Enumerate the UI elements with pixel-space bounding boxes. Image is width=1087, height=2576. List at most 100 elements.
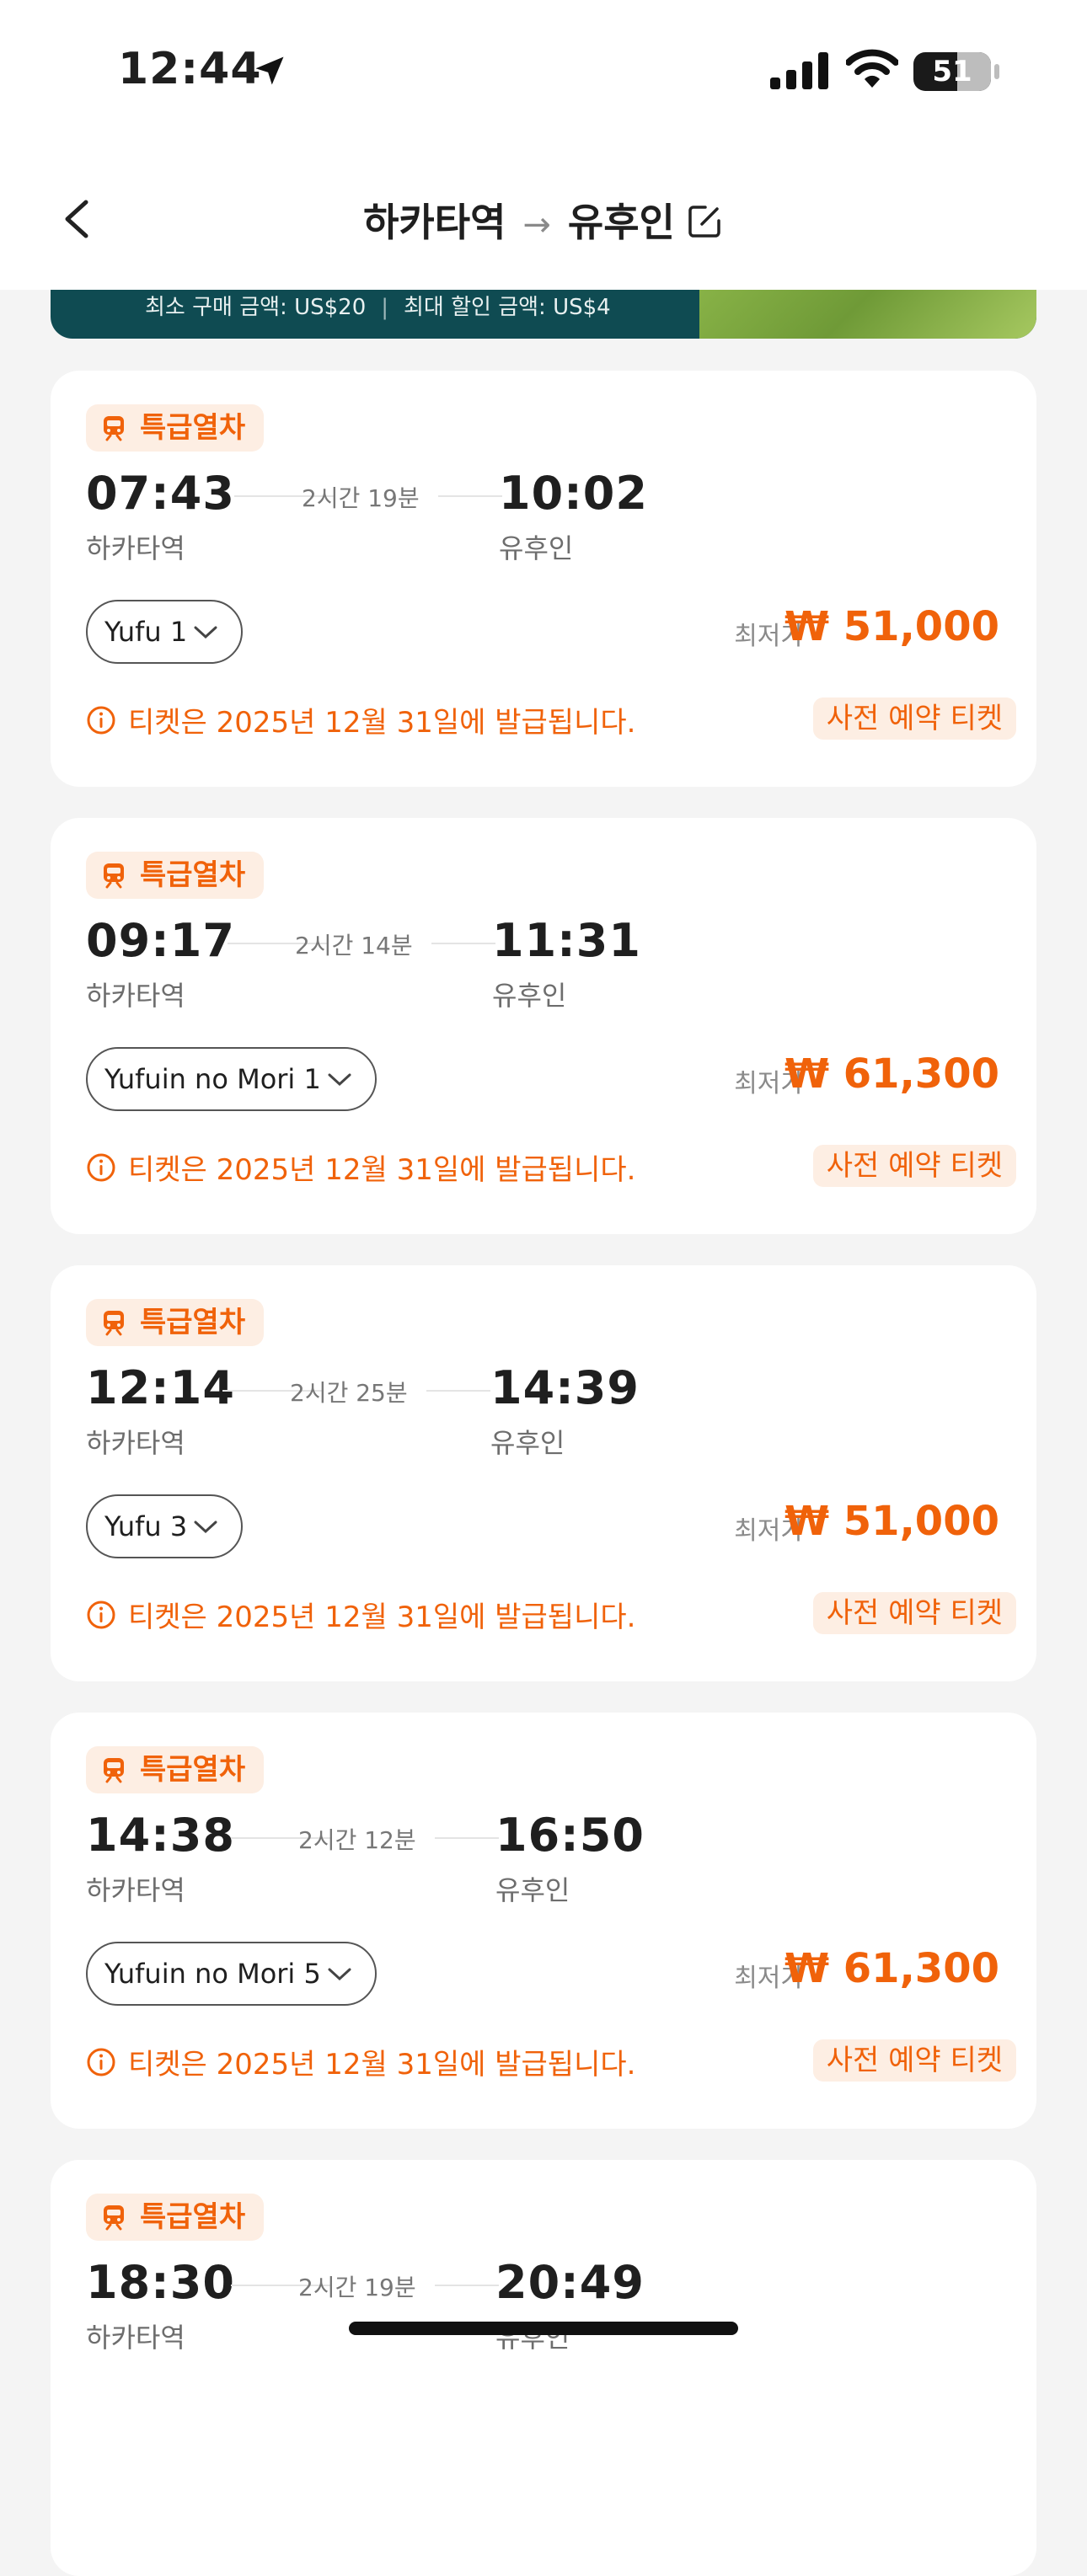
arrival-station: 유후인 bbox=[495, 1874, 570, 1906]
duration-line bbox=[426, 1390, 490, 1392]
duration-line bbox=[435, 2285, 499, 2286]
departure-time: 18:30 bbox=[86, 2256, 235, 2309]
pre-booking-tag: 사전 예약 티켓 bbox=[812, 2039, 1016, 2082]
min-purchase-text: 최소 구매 금액: US$20 bbox=[145, 295, 367, 320]
status-bar: 12:44 51 bbox=[0, 0, 1087, 145]
train-icon bbox=[104, 1758, 124, 1783]
departure-time: 09:17 bbox=[86, 914, 235, 967]
duration-line bbox=[435, 1837, 499, 1839]
express-badge: 특급열차 bbox=[86, 2194, 265, 2241]
departure-station: 하카타역 bbox=[86, 1874, 185, 1906]
notice-text: 티켓은 2025년 12월 31일에 발급됩니다. bbox=[128, 1153, 636, 1187]
badge-label: 특급열차 bbox=[140, 411, 246, 445]
route-title[interactable]: 하카타역 → 유후인 bbox=[0, 192, 1087, 248]
departure-time: 14:38 bbox=[86, 1809, 235, 1862]
badge-label: 특급열차 bbox=[140, 858, 246, 892]
issue-notice: 티켓은 2025년 12월 31일에 발급됩니다. bbox=[86, 1146, 635, 1188]
train-card[interactable]: 특급열차 18:30 2시간 19분 20:49 하카타역 유후인 bbox=[51, 2160, 1036, 2576]
express-badge: 특급열차 bbox=[86, 1746, 265, 1793]
train-icon bbox=[104, 1311, 124, 1336]
banner-separator: | bbox=[381, 295, 388, 320]
train-icon bbox=[104, 863, 124, 889]
price: ₩ 51,000 bbox=[784, 603, 999, 650]
train-icon bbox=[104, 2205, 124, 2231]
origin-station: 하카타역 bbox=[363, 200, 506, 245]
duration: 2시간 25분 bbox=[290, 1379, 408, 1407]
express-badge: 특급열차 bbox=[86, 404, 265, 452]
max-discount-text: 최대 할인 금액: US$4 bbox=[404, 295, 611, 320]
train-name: Yufu 3 bbox=[104, 1510, 188, 1542]
departure-station: 하카타역 bbox=[86, 980, 185, 1012]
notice-text: 티켓은 2025년 12월 31일에 발급됩니다. bbox=[128, 2048, 636, 2082]
duration-line bbox=[438, 495, 502, 497]
duration-line bbox=[431, 943, 495, 944]
edit-icon[interactable] bbox=[685, 202, 724, 241]
status-time: 12:44 bbox=[118, 44, 262, 94]
badge-label: 특급열차 bbox=[140, 1306, 246, 1339]
notice-text: 티켓은 2025년 12월 31일에 발급됩니다. bbox=[128, 706, 636, 740]
duration: 2시간 19분 bbox=[302, 484, 420, 512]
train-select[interactable]: Yufu 1 bbox=[86, 600, 244, 664]
train-select[interactable]: Yufuin no Mori 5 bbox=[86, 1942, 377, 2006]
arrival-station: 유후인 bbox=[490, 1427, 565, 1459]
arrival-station: 유후인 bbox=[492, 980, 567, 1012]
chevron-down-icon bbox=[194, 626, 217, 639]
badge-label: 특급열차 bbox=[140, 2200, 246, 2234]
chevron-down-icon bbox=[328, 1968, 351, 1981]
issue-notice: 티켓은 2025년 12월 31일에 발급됩니다. bbox=[86, 2041, 635, 2082]
train-name: Yufuin no Mori 5 bbox=[104, 1958, 321, 1990]
navigation-header: 하카타역 → 유후인 bbox=[0, 145, 1087, 290]
home-indicator[interactable] bbox=[349, 2322, 738, 2335]
express-badge: 특급열차 bbox=[86, 1299, 265, 1346]
express-badge: 특급열차 bbox=[86, 852, 265, 899]
departure-station: 하카타역 bbox=[86, 532, 185, 564]
departure-time: 12:14 bbox=[86, 1361, 235, 1414]
arrival-time: 16:50 bbox=[495, 1809, 645, 1862]
chevron-down-icon bbox=[194, 1520, 217, 1534]
duration: 2시간 12분 bbox=[298, 1826, 416, 1854]
info-icon bbox=[87, 1153, 115, 1181]
duration: 2시간 14분 bbox=[295, 932, 413, 959]
chevron-down-icon bbox=[328, 1073, 351, 1087]
battery-level: 51 bbox=[932, 55, 972, 88]
battery-tip bbox=[994, 64, 999, 79]
badge-label: 특급열차 bbox=[140, 1753, 246, 1787]
departure-station: 하카타역 bbox=[86, 1427, 185, 1459]
info-icon bbox=[87, 1601, 115, 1628]
arrival-time: 20:49 bbox=[495, 2256, 645, 2309]
departure-station: 하카타역 bbox=[86, 2322, 185, 2354]
pre-booking-tag: 사전 예약 티켓 bbox=[812, 1145, 1016, 1187]
train-card[interactable]: 특급열차 09:17 2시간 14분 11:31 하카타역 유후인 Yufuin… bbox=[51, 818, 1036, 1234]
departure-time: 07:43 bbox=[86, 467, 235, 520]
arrival-time: 10:02 bbox=[499, 467, 648, 520]
issue-notice: 티켓은 2025년 12월 31일에 발급됩니다. bbox=[86, 1594, 635, 1635]
pre-booking-tag: 사전 예약 티켓 bbox=[812, 697, 1016, 740]
location-arrow-icon bbox=[251, 52, 288, 93]
train-card[interactable]: 특급열차 14:38 2시간 12분 16:50 하카타역 유후인 Yufuin… bbox=[51, 1713, 1036, 2129]
train-name: Yufuin no Mori 1 bbox=[104, 1063, 321, 1095]
banner-text: 최소 구매 금액: US$20 | 최대 할인 금액: US$4 bbox=[145, 290, 611, 321]
info-icon bbox=[87, 706, 115, 734]
arrival-time: 11:31 bbox=[492, 914, 641, 967]
train-icon bbox=[104, 416, 124, 441]
train-select[interactable]: Yufuin no Mori 1 bbox=[86, 1047, 377, 1111]
arrival-time: 14:39 bbox=[490, 1361, 640, 1414]
pre-booking-tag: 사전 예약 티켓 bbox=[812, 1592, 1016, 1634]
duration: 2시간 19분 bbox=[298, 2274, 416, 2301]
train-select[interactable]: Yufu 3 bbox=[86, 1494, 244, 1558]
arrival-station: 유후인 bbox=[499, 532, 574, 564]
destination-station: 유후인 bbox=[567, 200, 675, 245]
train-card[interactable]: 특급열차 07:43 2시간 19분 10:02 하카타역 유후인 Yufu 1… bbox=[51, 371, 1036, 787]
train-name: Yufu 1 bbox=[104, 616, 188, 648]
notice-text: 티켓은 2025년 12월 31일에 발급됩니다. bbox=[128, 1601, 636, 1634]
price: ₩ 61,300 bbox=[784, 1945, 999, 1992]
price: ₩ 61,300 bbox=[784, 1050, 999, 1098]
price: ₩ 51,000 bbox=[784, 1498, 999, 1545]
issue-notice: 티켓은 2025년 12월 31일에 발급됩니다. bbox=[86, 699, 635, 740]
wifi-icon bbox=[845, 49, 899, 93]
route-arrow: → bbox=[522, 206, 551, 244]
cellular-signal-icon bbox=[770, 52, 829, 93]
train-card[interactable]: 특급열차 12:14 2시간 25분 14:39 하카타역 유후인 Yufu 3… bbox=[51, 1265, 1036, 1681]
info-icon bbox=[87, 2048, 115, 2076]
battery-icon: 51 bbox=[913, 52, 991, 91]
